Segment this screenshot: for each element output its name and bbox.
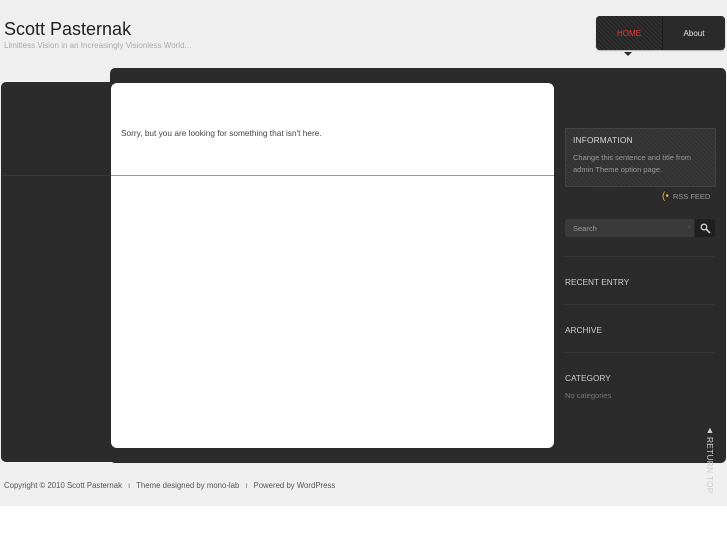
arrow-up-icon: ▲ xyxy=(705,425,715,435)
site-title[interactable]: Scott Pasternak xyxy=(4,19,131,40)
footer: Copyright © 2010 Scott Pasternak ı Theme… xyxy=(4,481,335,490)
recent-entry-heading: RECENT ENTRY xyxy=(565,277,630,287)
main-dark-panel-bottom xyxy=(110,448,554,463)
search-separator-icon: › xyxy=(688,224,691,231)
information-text: Change this sentence and title from admi… xyxy=(573,153,691,174)
sidebar-divider xyxy=(565,304,714,305)
content-panel: Sorry, but you are looking for something… xyxy=(111,83,554,448)
rss-feed-link[interactable]: (• RSS FEED xyxy=(662,191,710,202)
footer-separator: ı xyxy=(128,481,131,490)
category-heading: CATEGORY xyxy=(565,373,611,383)
left-dark-panel xyxy=(1,82,121,462)
footer-separator: ı xyxy=(245,481,248,490)
nav-item-home[interactable]: HOME xyxy=(596,16,663,50)
information-box: INFORMATION Change this sentence and tit… xyxy=(565,128,716,187)
category-empty-note: No categories xyxy=(565,391,612,400)
search-button[interactable] xyxy=(695,219,715,237)
left-panel-divider xyxy=(1,175,113,176)
sidebar-divider xyxy=(565,256,714,257)
content-divider xyxy=(111,175,554,176)
search-input[interactable] xyxy=(565,219,694,237)
archive-heading: ARCHIVE xyxy=(565,325,602,335)
main-nav: HOME About xyxy=(596,16,725,50)
rss-icon: (• xyxy=(662,191,669,202)
search-icon xyxy=(700,223,711,234)
footer-copyright: Copyright © 2010 Scott Pasternak xyxy=(4,481,122,490)
not-found-message: Sorry, but you are looking for something… xyxy=(121,128,322,138)
nav-item-about[interactable]: About xyxy=(663,16,725,50)
return-top-label: RETURN TOP xyxy=(705,437,715,494)
return-top-button[interactable]: ▲ RETURN TOP xyxy=(703,425,717,494)
site-tagline: Limitless Vision in an Increasingly Visi… xyxy=(4,41,192,50)
sidebar-divider xyxy=(565,352,714,353)
rss-feed-label: RSS FEED xyxy=(672,192,711,201)
information-title: INFORMATION xyxy=(573,135,633,145)
nav-active-pointer-icon xyxy=(624,52,632,56)
footer-theme-credit[interactable]: Theme designed by mono-lab xyxy=(136,481,239,490)
footer-powered-by[interactable]: Powered by WordPress xyxy=(254,481,336,490)
